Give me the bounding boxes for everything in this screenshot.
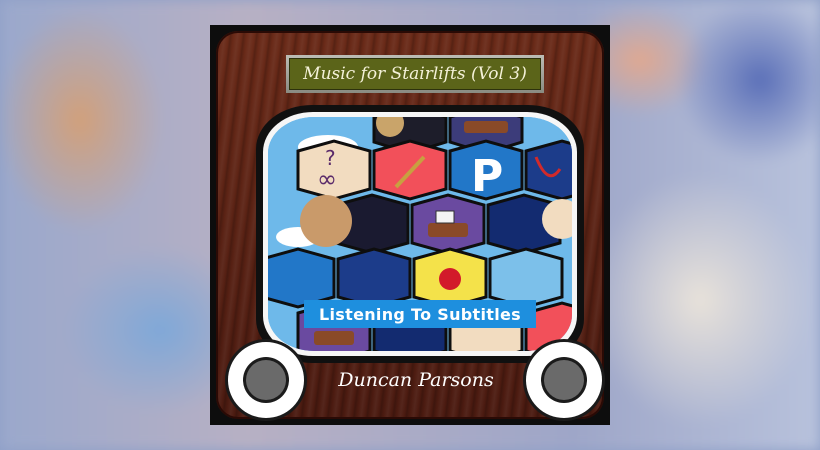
red-button-icon	[439, 268, 461, 290]
planet	[300, 195, 352, 247]
title-plate: Music for Stairlifts (Vol 3)	[286, 55, 544, 93]
ticket-icon	[435, 210, 455, 224]
album-cover: Music for Stairlifts (Vol 3) ∞ ? P Liste…	[210, 25, 610, 425]
tv-knob-left	[228, 342, 304, 418]
artist-name: Duncan Parsons	[338, 369, 494, 391]
tv-screen: ∞ ? P Listening To Subtitles	[268, 117, 572, 351]
tv-knob-right	[526, 342, 602, 418]
hex-tile-blue	[336, 247, 412, 309]
book-icon	[428, 223, 468, 237]
book-icon	[464, 121, 508, 133]
parking-icon: P	[471, 151, 503, 202]
tv-screen-bezel: ∞ ? P Listening To Subtitles	[263, 112, 577, 356]
hex-tile-blue	[524, 139, 572, 201]
hex-tile-parking	[268, 247, 336, 309]
book-icon	[314, 331, 354, 345]
tv-cabinet: Music for Stairlifts (Vol 3) ∞ ? P Liste…	[216, 31, 604, 419]
screen-subtitle: Listening To Subtitles	[304, 300, 536, 328]
album-title: Music for Stairlifts (Vol 3)	[289, 58, 541, 90]
tv-screen-frame: ∞ ? P Listening To Subtitles	[256, 105, 584, 363]
hex-tile-sky	[488, 247, 564, 309]
question-icon: ?	[325, 146, 336, 170]
